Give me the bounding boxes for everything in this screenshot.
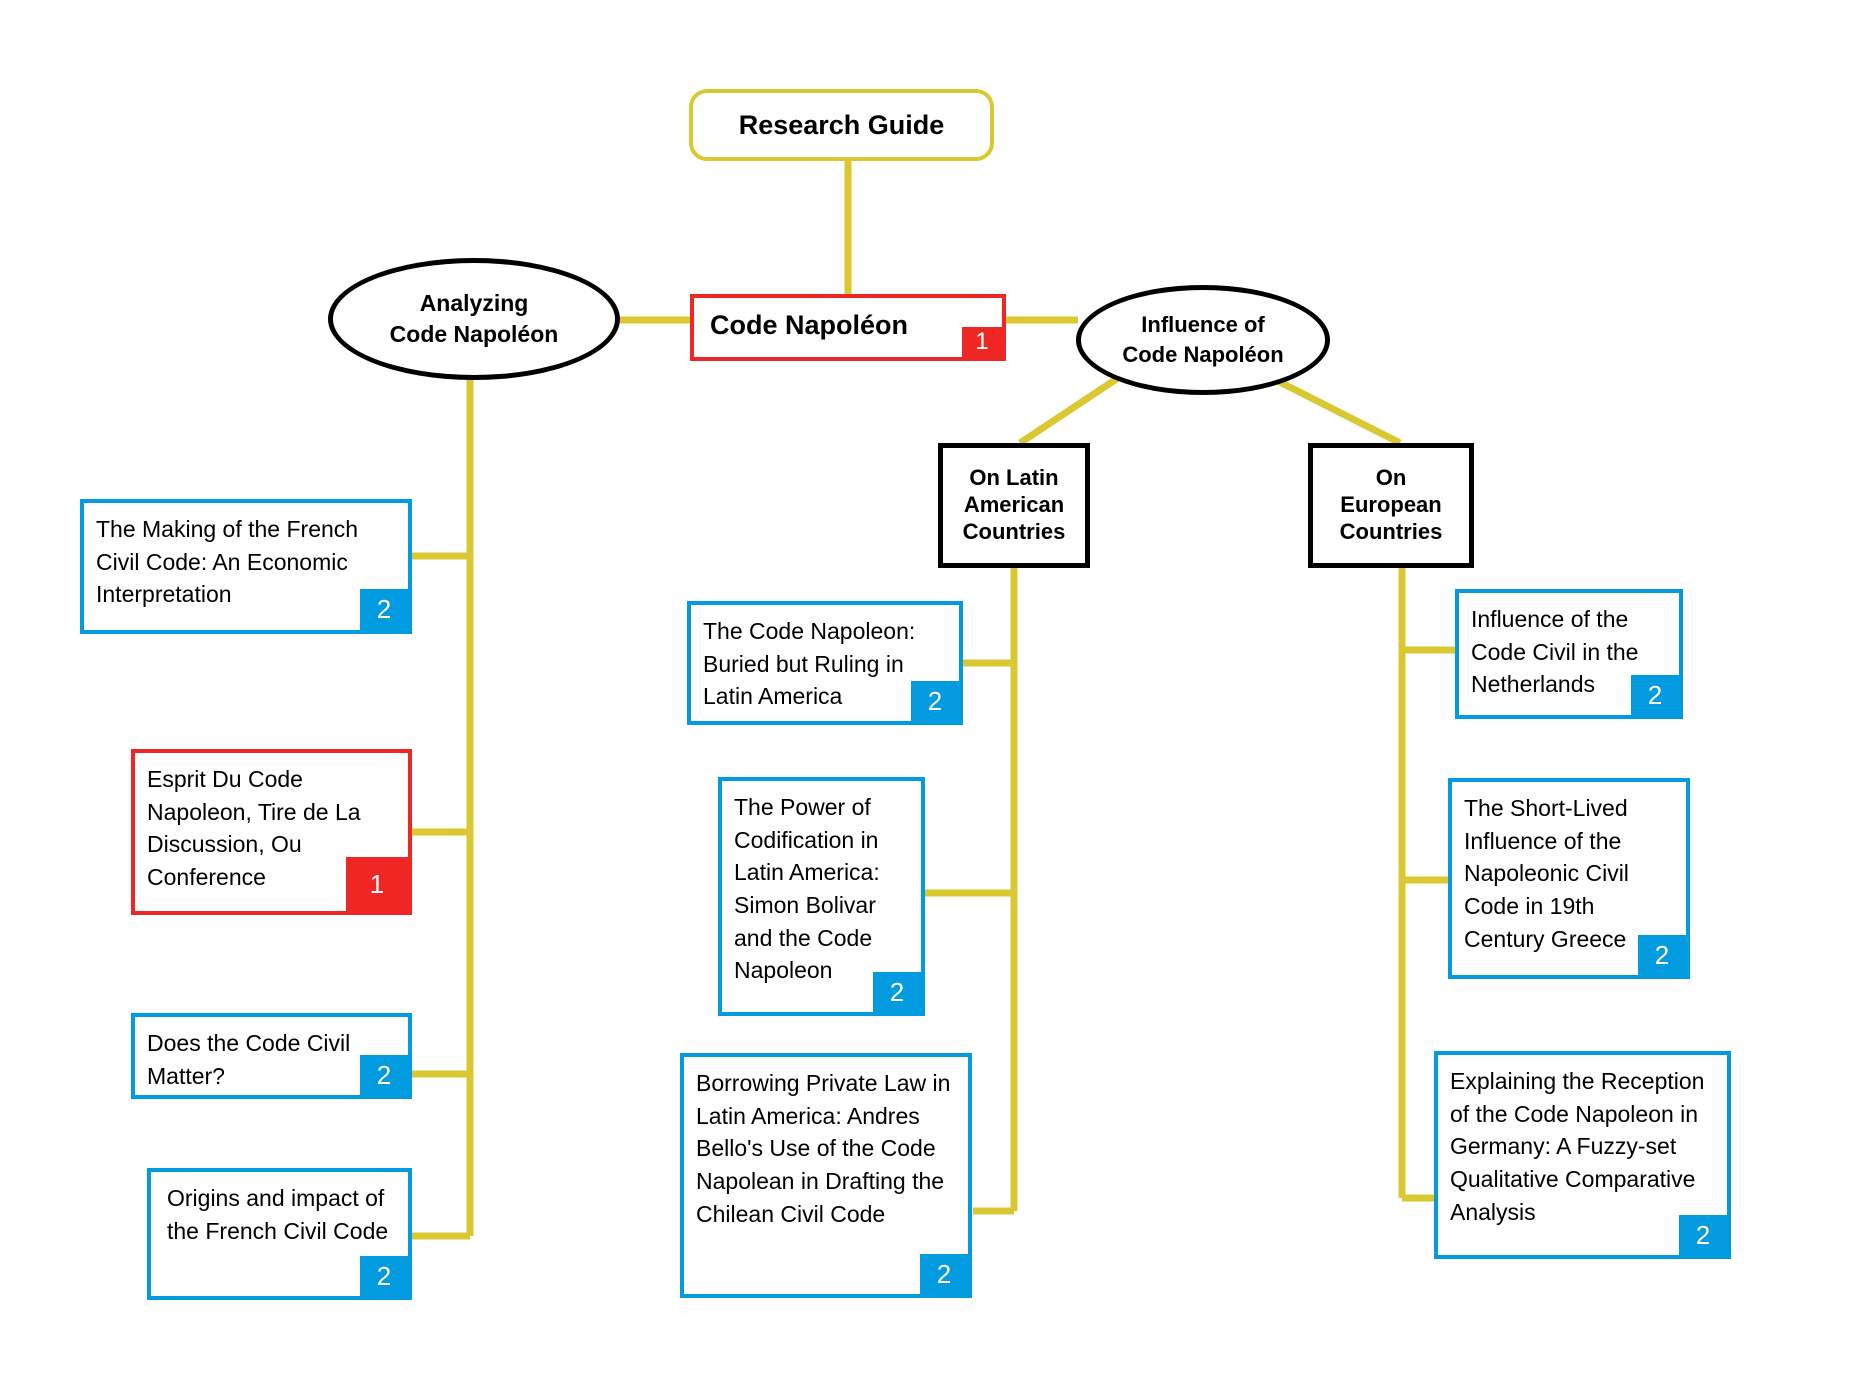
subbranch-european-line3: Countries	[1339, 518, 1443, 544]
branch-analyzing-line2: Code Napoléon	[389, 321, 559, 347]
subbranch-latin-line2: American	[963, 492, 1065, 518]
center-node-body: Code Napoléon 1	[694, 298, 1002, 357]
card-body: Influence of the Code Civil in the Nethe…	[1459, 593, 1679, 715]
card-title: The Short-Lived Influence of the Napoleo…	[1464, 795, 1629, 952]
branch-analyzing-line1: Analyzing	[419, 289, 529, 316]
card-borrowing-private-law-latin-america[interactable]: Borrowing Private Law in Latin America: …	[680, 1053, 972, 1298]
subbranch-node-european-countries[interactable]: On European Countries	[1308, 443, 1474, 568]
branch-influence-line1: Influence of	[1141, 312, 1265, 338]
card-does-the-code-civil-matter[interactable]: Does the Code Civil Matter? 2	[131, 1013, 412, 1099]
card-body: Explaining the Reception of the Code Nap…	[1438, 1055, 1727, 1255]
root-node-label: Research Guide	[738, 109, 945, 140]
card-body: Borrowing Private Law in Latin America: …	[684, 1057, 968, 1294]
subbranch-node-latin-american-countries[interactable]: On Latin American Countries	[938, 443, 1090, 568]
card-body: The Power of Codification in Latin Ameri…	[722, 781, 921, 1012]
card-origins-and-impact-french-civil-code[interactable]: Origins and impact of the French Civil C…	[147, 1168, 412, 1300]
card-power-of-codification-latin-america[interactable]: The Power of Codification in Latin Ameri…	[718, 777, 925, 1016]
card-title: Esprit Du Code Napoleon, Tire de La Disc…	[147, 766, 361, 890]
card-title: The Power of Codification in Latin Ameri…	[734, 794, 880, 984]
center-node-code-napoleon[interactable]: Code Napoléon 1	[690, 294, 1006, 361]
card-body: The Making of the French Civil Code: An …	[84, 503, 408, 630]
card-influence-code-civil-netherlands[interactable]: Influence of the Code Civil in the Nethe…	[1455, 589, 1683, 719]
branch-node-analyzing-code-napoleon[interactable]: Analyzing Code Napoléon	[328, 258, 620, 380]
card-title: Borrowing Private Law in Latin America: …	[696, 1070, 951, 1227]
card-title: The Making of the French Civil Code: An …	[96, 516, 359, 608]
card-body: The Short-Lived Influence of the Napoleo…	[1452, 782, 1686, 975]
card-title: The Code Napoleon: Buried but Ruling in …	[703, 618, 916, 710]
mindmap-canvas: Research Guide Code Napoléon 1 Analyzing…	[0, 0, 1868, 1394]
card-esprit-du-code-napoleon[interactable]: Esprit Du Code Napoleon, Tire de La Disc…	[131, 749, 412, 915]
card-short-lived-influence-greece[interactable]: The Short-Lived Influence of the Napoleo…	[1448, 778, 1690, 979]
card-title: Explaining the Reception of the Code Nap…	[1450, 1068, 1705, 1225]
card-badge: 2	[360, 1256, 408, 1296]
card-explaining-reception-germany[interactable]: Explaining the Reception of the Code Nap…	[1434, 1051, 1731, 1259]
card-title: Does the Code Civil Matter?	[147, 1030, 351, 1089]
subbranch-european-line2: European	[1340, 492, 1442, 518]
subbranch-european-line1: On	[1375, 465, 1407, 491]
card-body: The Code Napoleon: Buried but Ruling in …	[691, 605, 959, 721]
branch-node-influence-of-code-napoleon[interactable]: Influence of Code Napoléon	[1076, 285, 1330, 395]
card-code-napoleon-buried-but-ruling[interactable]: The Code Napoleon: Buried but Ruling in …	[687, 601, 963, 725]
card-title: Influence of the Code Civil in the Nethe…	[1471, 606, 1639, 698]
card-body: Does the Code Civil Matter? 2	[135, 1017, 408, 1095]
branch-influence-line2: Code Napoléon	[1122, 342, 1284, 367]
card-body: Esprit Du Code Napoleon, Tire de La Disc…	[135, 753, 408, 911]
subbranch-latin-line1: On Latin	[969, 465, 1059, 491]
card-title: Origins and impact of the French Civil C…	[167, 1185, 389, 1244]
subbranch-latin-line3: Countries	[962, 518, 1066, 544]
center-node-label: Code Napoléon	[710, 310, 909, 340]
card-body: Origins and impact of the French Civil C…	[151, 1172, 408, 1296]
root-node-research-guide[interactable]: Research Guide	[689, 89, 994, 161]
card-making-of-french-civil-code[interactable]: The Making of the French Civil Code: An …	[80, 499, 412, 634]
wire-right-ellipse-to-latin	[1018, 367, 1132, 446]
card-badge: 2	[920, 1254, 968, 1294]
